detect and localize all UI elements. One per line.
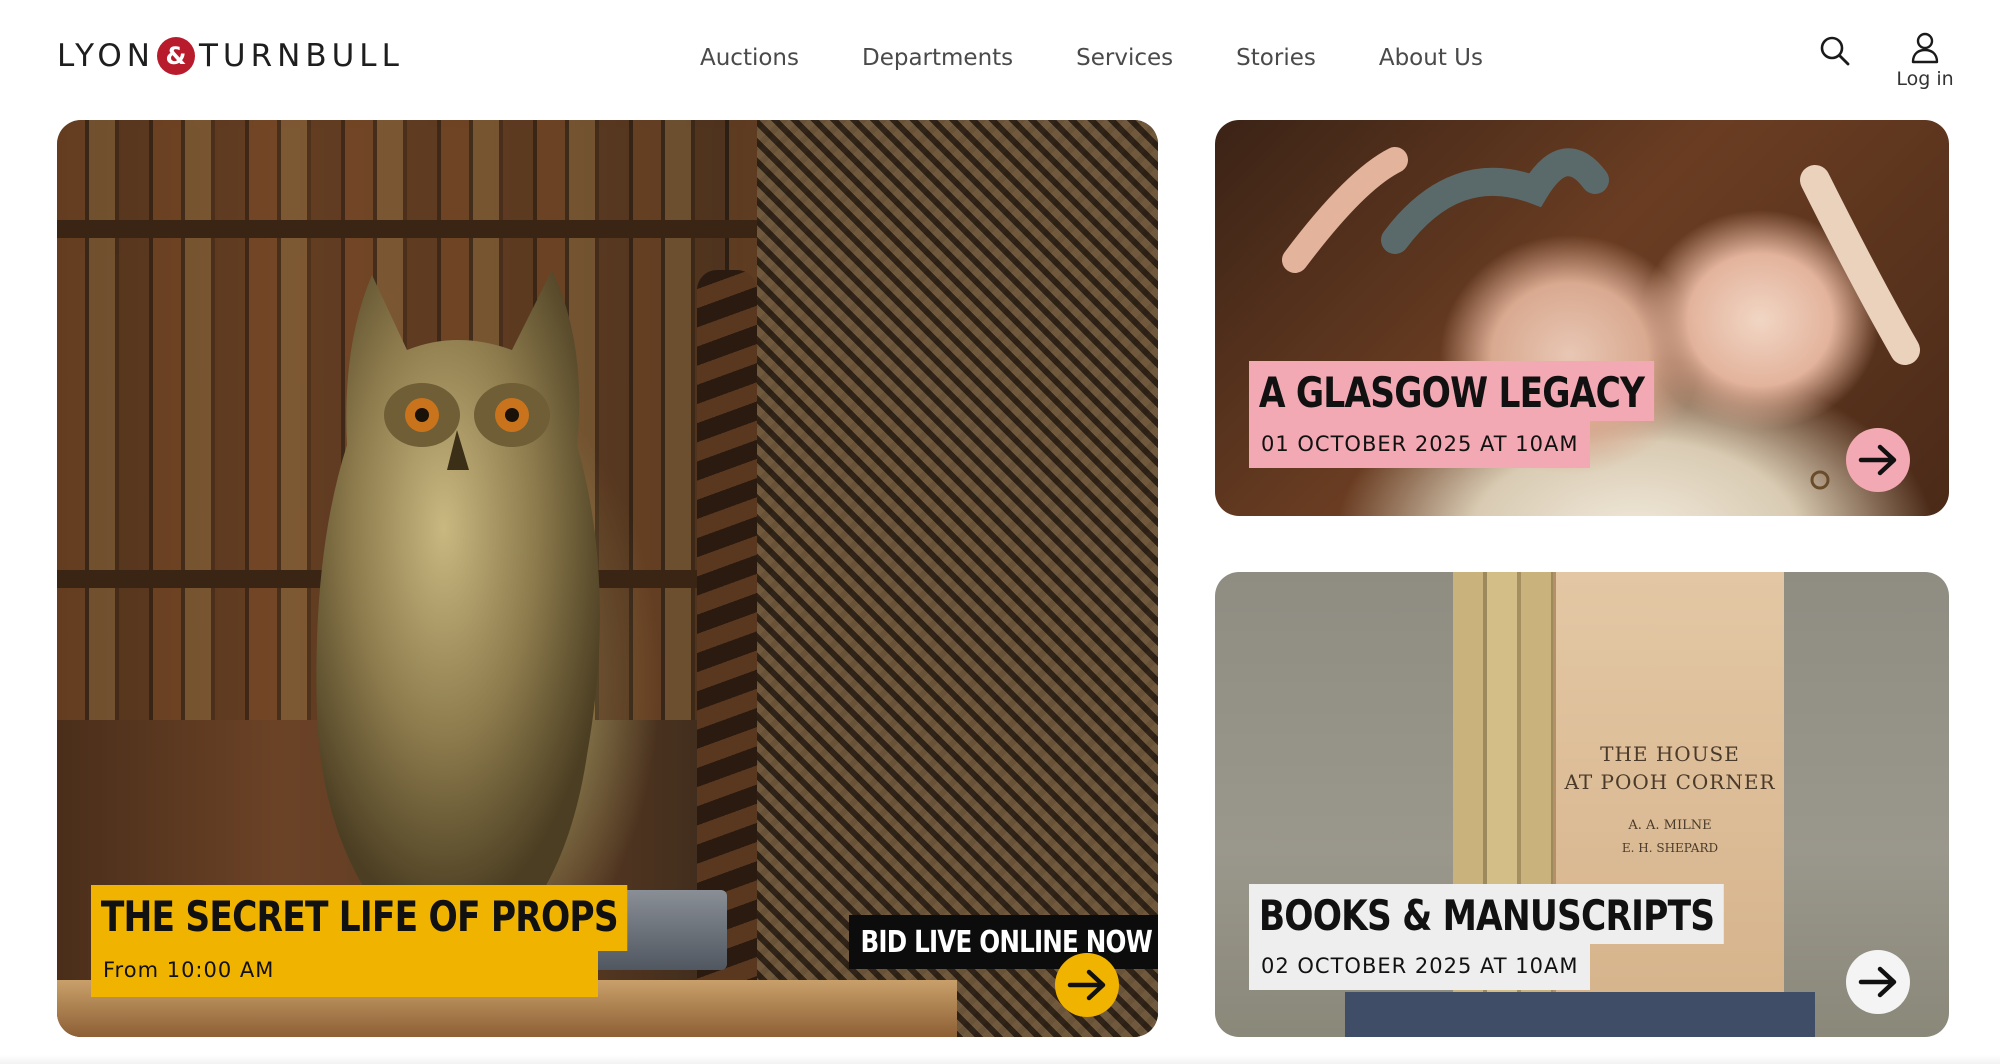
logo-text-right: TURNBULL [198,38,404,74]
logo[interactable]: LYON & TURNBULL [57,36,404,76]
nav-item-departments[interactable]: Departments [862,45,1013,71]
search-button[interactable] [1818,34,1852,68]
card-arrow-button[interactable] [1846,428,1910,492]
arrow-right-icon [1858,966,1897,998]
logo-ampersand: & [156,37,195,75]
book-cover-decorations: E. H. SHEPARD [1621,841,1719,855]
cane-chair-back [757,120,1158,1037]
auction-card-secret-life-of-props[interactable]: THE SECRET LIFE OF PROPS From 10:00 AM B… [57,120,1158,1037]
card-arrow-button[interactable] [1055,953,1119,1017]
login-button[interactable]: Log in [1890,32,1960,98]
user-icon [1911,32,1939,64]
card-title: A GLASGOW LEGACY [1249,361,1655,421]
book-base-image [1345,992,1815,1037]
page-bottom-divider [0,1055,2000,1064]
main-nav: Auctions Departments Services Stories Ab… [700,38,1546,78]
book-cover-line2: AT POOH CORNER [1564,770,1776,794]
auction-card-glasgow-legacy[interactable]: A GLASGOW LEGACY 01 OCTOBER 2025 AT 10AM [1215,120,1949,516]
login-label: Log in [1896,68,1954,90]
arrow-right-icon [1067,969,1106,1001]
nav-item-about-us[interactable]: About Us [1379,45,1483,71]
card-arrow-button[interactable] [1846,950,1910,1014]
bid-live-badge[interactable]: BID LIVE ONLINE NOW [849,915,1158,969]
card-subtitle: From 10:00 AM [91,946,598,997]
card-date: 02 OCTOBER 2025 AT 10AM [1249,942,1591,990]
nav-item-services[interactable]: Services [1076,45,1173,71]
shelf-rail [57,220,777,238]
auction-card-books-manuscripts[interactable]: THE HOUSE AT POOH CORNER A. A. MILNE E. … [1215,572,1949,1037]
search-icon [1820,36,1850,66]
card-date: 01 OCTOBER 2025 AT 10AM [1249,420,1591,468]
logo-text-left: LYON [57,38,155,74]
book-cover-author: A. A. MILNE [1628,818,1712,833]
card-title: BOOKS & MANUSCRIPTS [1249,884,1725,944]
card-title: THE SECRET LIFE OF PROPS [91,885,628,951]
nav-item-stories[interactable]: Stories [1236,45,1316,71]
nav-item-auctions[interactable]: Auctions [700,45,799,71]
arrow-right-icon [1858,444,1897,476]
book-cover-line1: THE HOUSE [1600,742,1740,766]
